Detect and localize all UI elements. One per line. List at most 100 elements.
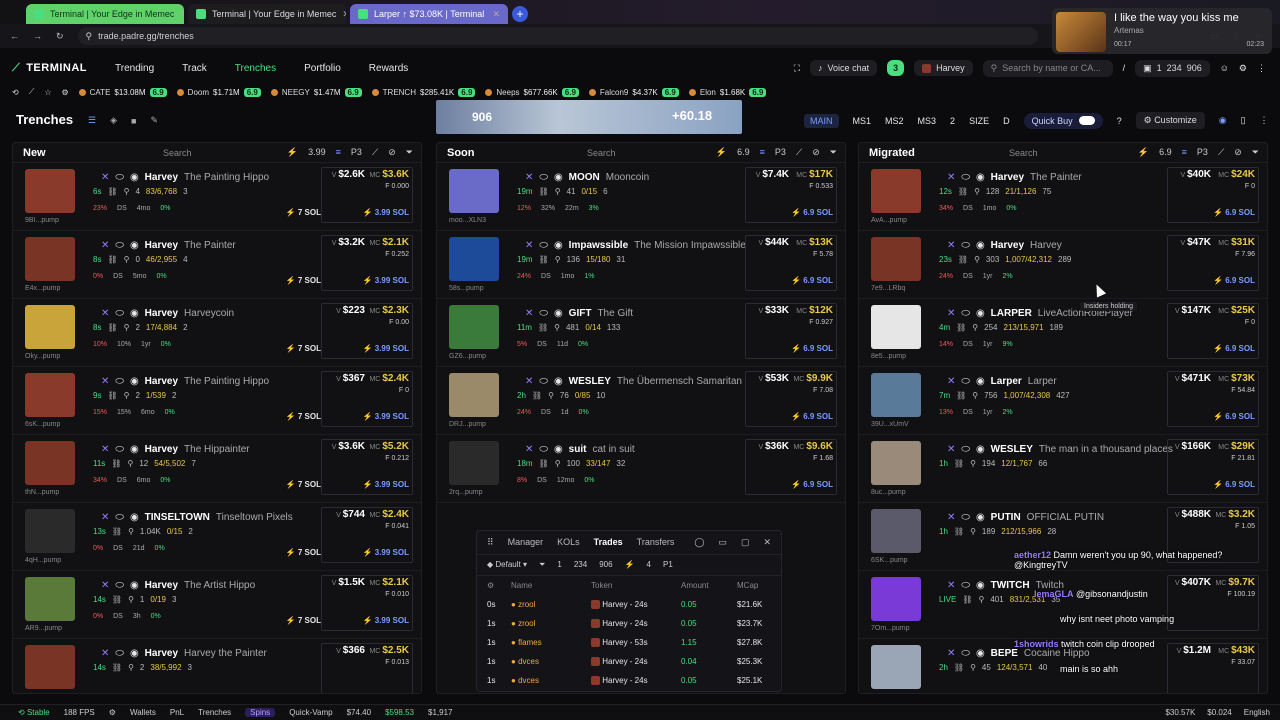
trade-token[interactable]: Harvey - 53s	[591, 638, 681, 648]
eye-icon[interactable]: ◉	[976, 512, 985, 523]
eye-icon[interactable]: ◉	[976, 172, 985, 183]
token-address[interactable]: thN...pump	[25, 489, 59, 496]
token-card[interactable]: GZ6...pump ✕ ⬭ ◉ GIFT The Gift 11m ⛓ ⚲ 481 0/14 1…	[437, 299, 845, 367]
token-avatar[interactable]	[25, 237, 75, 281]
token-avatar[interactable]	[25, 169, 75, 213]
token-avatar[interactable]	[871, 441, 921, 485]
preset-select[interactable]: ◆ Default ▾	[487, 560, 527, 570]
token-card[interactable]: AR9...pump ✕ ⬭ ◉ Harvey The Artist Hippo 14s…	[13, 571, 421, 639]
x-icon[interactable]: ✕	[101, 580, 109, 591]
link-icon[interactable]: ⛓	[962, 595, 972, 604]
trader-name[interactable]: ● flames	[511, 638, 591, 647]
token-address[interactable]: 7Om...pump	[871, 625, 910, 632]
token-card[interactable]: 4qH...pump ✕ ⬭ ◉ TINSELTOWN Tinseltown Pixel…	[13, 503, 421, 571]
quick-buy-amount[interactable]: ⚡ 7 SOL	[286, 276, 321, 285]
token-address[interactable]: 4qH...pump	[25, 557, 61, 564]
search-icon[interactable]: ⚲	[128, 663, 134, 672]
browser-tab-1[interactable]: Terminal | Your Edge in Memec✕	[26, 4, 184, 24]
ticker-item[interactable]: Doom $1.71M 6.9	[176, 87, 261, 97]
nav-trending[interactable]: Trending	[115, 63, 154, 74]
mode-ms1[interactable]: MS1	[853, 116, 872, 126]
filter-icon[interactable]: ⏷	[539, 560, 545, 570]
buy-button[interactable]: ⚡ 6.9 SOL	[791, 208, 833, 217]
token-avatar[interactable]	[871, 645, 921, 689]
eye-icon[interactable]: ◉	[130, 376, 139, 387]
ticker-item[interactable]: TRENCH $285.41K 6.9	[371, 87, 476, 97]
x-icon[interactable]: ✕	[947, 240, 955, 251]
token-avatar[interactable]	[449, 305, 499, 349]
tab-manager[interactable]: Manager	[508, 537, 544, 548]
token-address[interactable]: AvA...pump	[871, 217, 907, 224]
token-address[interactable]: 2rq...pump	[449, 489, 482, 496]
x-icon[interactable]: ✕	[947, 648, 955, 659]
search-icon[interactable]: ⚲	[974, 187, 980, 196]
search-icon[interactable]: ⚲	[124, 255, 130, 264]
link-icon[interactable]: ⛓	[111, 459, 121, 468]
link-icon[interactable]: ⛓	[954, 527, 964, 536]
quick-buy-amount[interactable]: ⚡ 7 SOL	[286, 616, 321, 625]
buy-button[interactable]: ⚡ 6.9 SOL	[791, 412, 833, 421]
link-icon[interactable]: ⛓	[538, 323, 548, 332]
token-card[interactable]: E4x...pump ✕ ⬭ ◉ Harvey The Painter 8s ⛓ ⚲ 0 46/…	[13, 231, 421, 299]
token-address[interactable]: 7e9...LRbq	[871, 285, 905, 292]
eye-icon[interactable]: ◉	[130, 580, 139, 591]
chat-icon[interactable]: ◯	[694, 537, 704, 548]
chart-icon[interactable]: ⟋	[796, 147, 802, 158]
token-address[interactable]: Oky...pump	[25, 353, 60, 360]
chart-icon[interactable]: ⟋	[29, 87, 35, 97]
x-icon[interactable]: ✕	[101, 172, 109, 183]
search-icon[interactable]: ⚲	[970, 663, 976, 672]
column-search-input[interactable]: Search	[163, 148, 192, 158]
token-card[interactable]: 39U...xUmV ✕ ⬭ ◉ Larper Larper 7m ⛓ ⚲ 756 1,007/…	[859, 367, 1267, 435]
url-field[interactable]: ⚲ trade.padre.gg/trenches	[77, 27, 1038, 45]
token-avatar[interactable]	[25, 645, 75, 689]
link-icon[interactable]: ⛓	[107, 187, 117, 196]
buy-button[interactable]: ⚡ 3.99 SOL	[363, 616, 409, 625]
search-icon[interactable]: ⚲	[970, 459, 976, 468]
token-avatar[interactable]	[449, 373, 499, 417]
link-icon[interactable]: ⛓	[956, 323, 966, 332]
token-address[interactable]: 58s...pump	[449, 285, 484, 292]
cube-icon[interactable]: ◈	[110, 115, 117, 126]
table-row[interactable]: 0s ● zrool Harvey - 24s 0.05 $21.6K	[477, 595, 781, 614]
table-row[interactable]: 1s ● dvces Harvey - 24s 0.04 $25.3K	[477, 652, 781, 671]
token-avatar[interactable]	[25, 577, 75, 621]
buy-button[interactable]: ⚡ 3.99 SOL	[363, 548, 409, 557]
trader-name[interactable]: ● dvces	[511, 676, 591, 685]
token-search-input[interactable]: ⚲ Search by name or CA...	[982, 59, 1113, 77]
x-icon[interactable]: ✕	[947, 444, 955, 455]
scan-icon[interactable]: ⛶	[794, 63, 800, 74]
search-icon[interactable]: ⚲	[972, 323, 978, 332]
back-arrow-icon[interactable]: ←	[10, 31, 19, 41]
table-row[interactable]: 1s ● dvces Harvey - 24s 0.05 $25.1K	[477, 671, 781, 690]
filter-icon[interactable]: ⏷	[830, 147, 837, 158]
token-avatar[interactable]	[871, 577, 921, 621]
x-icon[interactable]: ✕	[101, 376, 109, 387]
search-icon[interactable]: ⚲	[970, 527, 976, 536]
token-avatar[interactable]	[25, 509, 75, 553]
customize-button[interactable]: ⚙ Customize	[1135, 112, 1205, 129]
x-icon[interactable]: ✕	[947, 376, 955, 387]
user-chip[interactable]: Harvey	[914, 60, 973, 76]
tab-trades[interactable]: Trades	[594, 537, 623, 548]
buy-button[interactable]: ⚡ 3.99 SOL	[363, 208, 409, 217]
token-address[interactable]: E4x...pump	[25, 285, 60, 292]
token-avatar[interactable]	[871, 373, 921, 417]
token-avatar[interactable]	[449, 237, 499, 281]
eye-icon[interactable]: ◉	[976, 444, 985, 455]
token-address[interactable]: AR9...pump	[25, 625, 62, 632]
nav-track[interactable]: Track	[182, 63, 207, 74]
search-icon[interactable]: ⚲	[554, 323, 560, 332]
token-card[interactable]: Oky...pump ✕ ⬭ ◉ Harvey Harveycoin 8s ⛓ ⚲ 2 17/4…	[13, 299, 421, 367]
tab-kols[interactable]: KOLs	[557, 537, 580, 548]
eye-icon[interactable]: ◉	[554, 240, 563, 251]
window-icon[interactable]: ▭	[718, 537, 727, 548]
eye-icon[interactable]: ◉	[976, 308, 985, 319]
link-icon[interactable]: ⛓	[539, 187, 549, 196]
token-card[interactable]: 9BI...pump ✕ ⬭ ◉ Harvey The Painting Hippo 6…	[13, 163, 421, 231]
search-icon[interactable]: ⚲	[128, 527, 134, 536]
eye-icon[interactable]: ◉	[554, 172, 563, 183]
help-icon[interactable]: ?	[1117, 116, 1122, 126]
token-card[interactable]: 2rq...pump ✕ ⬭ ◉ suit cat in suit 18m ⛓ ⚲ 100 33…	[437, 435, 845, 503]
link-icon[interactable]: ⛓	[112, 527, 122, 536]
